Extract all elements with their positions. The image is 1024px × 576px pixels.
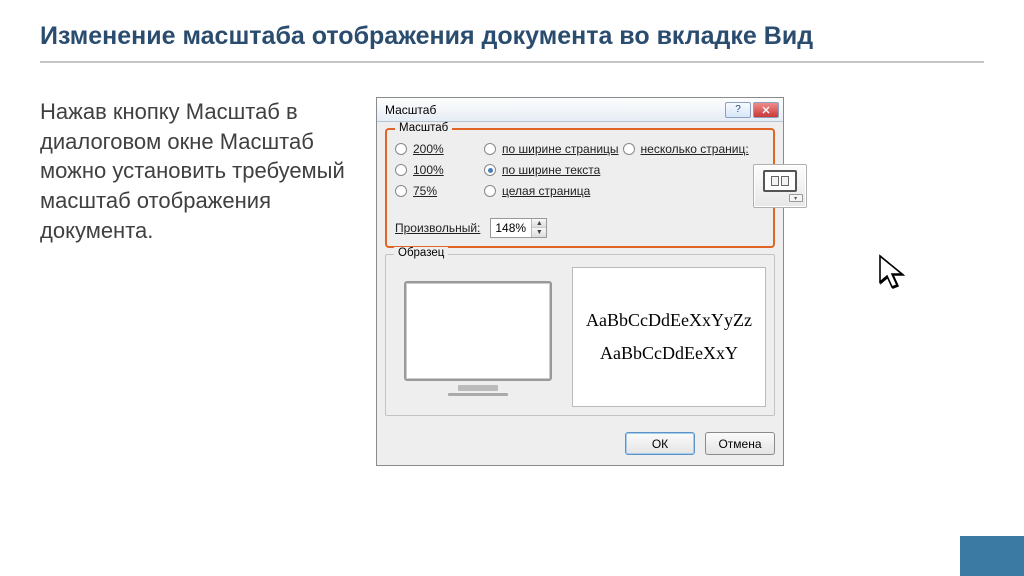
spin-up-icon[interactable]: ▲ (532, 219, 546, 228)
slide-body-text: Нажав кнопку Масштаб в диалоговом окне М… (40, 97, 348, 466)
chevron-down-icon (789, 194, 803, 202)
sample-group: Образец AaBbCcDdEeXxYyZz AaBbCcDdEeXxY (385, 254, 775, 416)
custom-zoom-input[interactable] (491, 219, 531, 237)
radio-page-width[interactable]: по ширине страницы (484, 142, 619, 156)
many-pages-picker[interactable] (753, 164, 807, 208)
sample-text-box: AaBbCcDdEeXxYyZz AaBbCcDdEeXxY (572, 267, 766, 407)
custom-zoom-label: Произвольный: (395, 221, 480, 235)
sample-group-legend: Образец (394, 247, 448, 259)
cancel-button[interactable]: Отмена (705, 432, 775, 455)
dialog-titlebar: Масштаб ? (377, 98, 783, 122)
close-icon (762, 106, 770, 114)
radio-icon (484, 185, 496, 197)
title-underline (40, 61, 984, 63)
radio-100[interactable]: 100% (395, 163, 480, 177)
radio-200[interactable]: 200% (395, 142, 480, 156)
close-button[interactable] (753, 102, 779, 118)
zoom-group: Масштаб 200% 100% (385, 128, 775, 248)
help-button[interactable]: ? (725, 102, 751, 118)
radio-icon (395, 185, 407, 197)
radio-icon (484, 143, 496, 155)
radio-icon (623, 143, 635, 155)
radio-whole-page[interactable]: целая страница (484, 184, 619, 198)
monitor-icon (763, 170, 797, 192)
radio-icon (395, 143, 407, 155)
radio-75[interactable]: 75% (395, 184, 480, 198)
radio-icon (395, 164, 407, 176)
spin-down-icon[interactable]: ▼ (532, 228, 546, 237)
radio-many-pages[interactable]: несколько страниц: (623, 142, 749, 156)
dialog-title: Масштаб (385, 103, 723, 117)
radio-icon (484, 164, 496, 176)
radio-text-width[interactable]: по ширине текста (484, 163, 619, 177)
zoom-dialog: Масштаб ? Масштаб (376, 97, 784, 466)
ok-button[interactable]: ОК (625, 432, 695, 455)
slide-accent (960, 536, 1024, 576)
cursor-icon (878, 254, 908, 297)
custom-zoom-spinner[interactable]: ▲ ▼ (490, 218, 547, 238)
preview-monitor (394, 267, 562, 407)
help-icon: ? (735, 105, 741, 115)
slide-title: Изменение масштаба отображения документа… (40, 22, 984, 51)
zoom-group-legend: Масштаб (395, 122, 452, 134)
